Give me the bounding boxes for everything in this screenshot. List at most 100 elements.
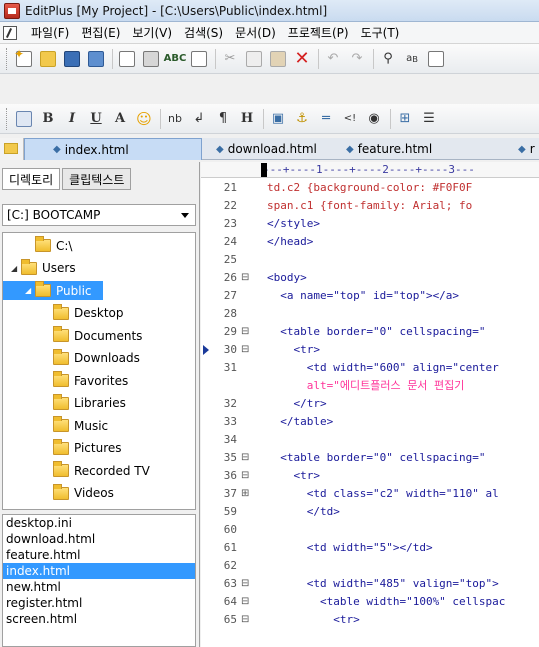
italic-button[interactable]: I [61,108,83,130]
file-list-item[interactable]: screen.html [3,611,195,627]
code-line[interactable]: <tr> [267,343,320,357]
copy-icon[interactable] [243,48,265,70]
file-list-item[interactable]: feature.html [3,547,195,563]
tree-node[interactable]: Desktop [3,303,193,323]
fold-collapse-icon[interactable]: ⊟ [241,469,251,483]
html-preview-icon[interactable] [13,108,35,130]
anchor-button[interactable]: ⚓ [291,108,313,130]
file-list-item[interactable]: download.html [3,531,195,547]
fold-collapse-icon[interactable]: ⊟ [241,595,251,609]
spellcheck-icon[interactable]: ABC [164,48,187,70]
code-line[interactable]: span.c1 {font-family: Arial; fo [267,199,472,213]
undo-icon[interactable]: ↶ [322,48,344,70]
find-icon[interactable]: ⚲ [377,48,399,70]
code-line[interactable]: <td width="5"></td> [267,541,433,555]
file-list-item[interactable]: index.html [3,563,195,579]
menu-document[interactable]: 문서(D) [229,24,282,41]
tree-node[interactable]: Music [3,416,193,435]
code-line[interactable]: <a name="top" id="top"></a> [267,289,459,303]
file-list-item[interactable]: new.html [3,579,195,595]
new-file-icon[interactable]: ✦ [13,47,35,70]
replace-icon[interactable]: aB [401,48,423,70]
copy-doc-icon[interactable] [425,48,447,70]
code-line[interactable]: <body> [267,271,307,285]
code-line[interactable]: </table> [267,415,333,429]
tab-index-html[interactable]: ◆ index.html [24,138,202,160]
file-list-item[interactable]: desktop.ini [3,515,195,531]
save-icon[interactable] [61,48,83,70]
tab-more[interactable]: ◆ r [462,138,539,160]
cut-icon[interactable]: ✂ [219,48,241,70]
center-button[interactable]: ◉ [363,108,385,130]
paste-icon[interactable] [267,48,289,70]
code-editor[interactable]: ---+----1----+----2----+----3--- 21 22 23 2… [201,162,539,647]
hr-button[interactable]: ═ [315,108,337,130]
fold-collapse-icon[interactable]: ⊟ [241,271,251,285]
menu-project[interactable]: 프로젝트(P) [282,24,355,41]
tree-node[interactable]: Documents [3,326,193,345]
redo-icon[interactable]: ↷ [346,48,368,70]
font-button[interactable]: A [109,108,131,130]
tree-node[interactable]: ◢ Users [3,258,193,278]
code-area[interactable]: td.c2 {background-color: #F0F0F span.c1 {… [267,178,539,647]
menu-file[interactable]: 파일(F) [25,24,75,41]
tab-feature-html[interactable]: ◆ feature.html [332,138,462,160]
code-line[interactable]: <tr> [267,469,320,483]
document-menu-icon[interactable] [3,25,17,40]
code-line[interactable]: </tr> [267,397,326,411]
image-button[interactable]: ▣ [267,108,289,130]
menu-edit[interactable]: 편집(E) [75,24,126,41]
tab-directory[interactable]: 디렉토리 [2,168,61,190]
bold-button[interactable]: B [37,108,59,130]
menu-view[interactable]: 보기(V) [126,24,178,41]
table-button[interactable]: ⊞ [394,108,416,130]
code-line[interactable]: </style> [267,217,320,231]
menu-search[interactable]: 검색(S) [178,24,229,41]
color-button[interactable]: ☺ [133,108,155,130]
code-line[interactable]: <table border="0" cellspacing=" [267,451,485,465]
comment-button[interactable]: <! [339,108,361,130]
fold-collapse-icon[interactable]: ⊟ [241,451,251,465]
heading-button[interactable]: H [236,108,258,130]
menu-tools[interactable]: 도구(T) [355,24,406,41]
print-icon[interactable] [140,48,162,70]
save-all-icon[interactable] [85,48,107,70]
expanded-arrow-icon[interactable]: ◢ [11,264,21,273]
code-line[interactable]: </head> [267,235,313,249]
tree-node[interactable]: Libraries [3,393,193,413]
tree-node[interactable]: Recorded TV [3,461,193,480]
code-line[interactable]: <table width="100%" cellspac [267,595,505,609]
tree-node[interactable]: ◢ Public [3,281,103,300]
tree-node[interactable]: Pictures [3,438,193,458]
underline-button[interactable]: U [85,108,107,130]
paragraph-button[interactable]: ¶ [212,108,234,130]
print-preview-icon[interactable] [116,48,138,70]
code-line[interactable]: <table border="0" cellspacing=" [267,325,485,339]
toolbar-grip[interactable] [6,107,9,130]
code-line[interactable]: <td class="c2" width="110" al [267,487,499,501]
list-button[interactable]: ☰ [418,108,440,130]
fold-collapse-icon[interactable]: ⊟ [241,325,251,339]
tree-node[interactable]: Favorites [3,371,193,390]
tab-cliptext[interactable]: 클립텍스트 [62,168,132,190]
drive-select[interactable]: [C:] BOOTCAMP [2,204,196,226]
nbsp-button[interactable]: nb [164,108,186,130]
expanded-arrow-icon[interactable]: ◢ [25,286,35,295]
code-line[interactable]: td.c2 {background-color: #F0F0F [267,181,472,195]
directory-toggle-button[interactable] [0,138,24,160]
tree-node[interactable]: C:\ [3,236,193,255]
page-icon[interactable] [188,48,210,70]
tree-node[interactable]: Videos [3,483,193,503]
fold-expand-icon[interactable]: ⊞ [241,487,251,501]
code-line[interactable]: alt="에디트플러스 문서 편집기 [267,379,465,393]
file-list-item[interactable]: register.html [3,595,195,611]
code-line[interactable]: <tr> [267,613,360,627]
break-button[interactable]: ↲ [188,108,210,130]
code-line[interactable]: </td> [267,505,340,519]
open-icon[interactable] [37,48,59,70]
tree-node[interactable]: Downloads [3,348,193,368]
code-line[interactable]: <td width="600" align="center [267,361,499,375]
fold-collapse-icon[interactable]: ⊟ [241,613,251,627]
toolbar-grip[interactable] [6,47,9,70]
delete-icon[interactable]: ✕ [291,48,313,70]
